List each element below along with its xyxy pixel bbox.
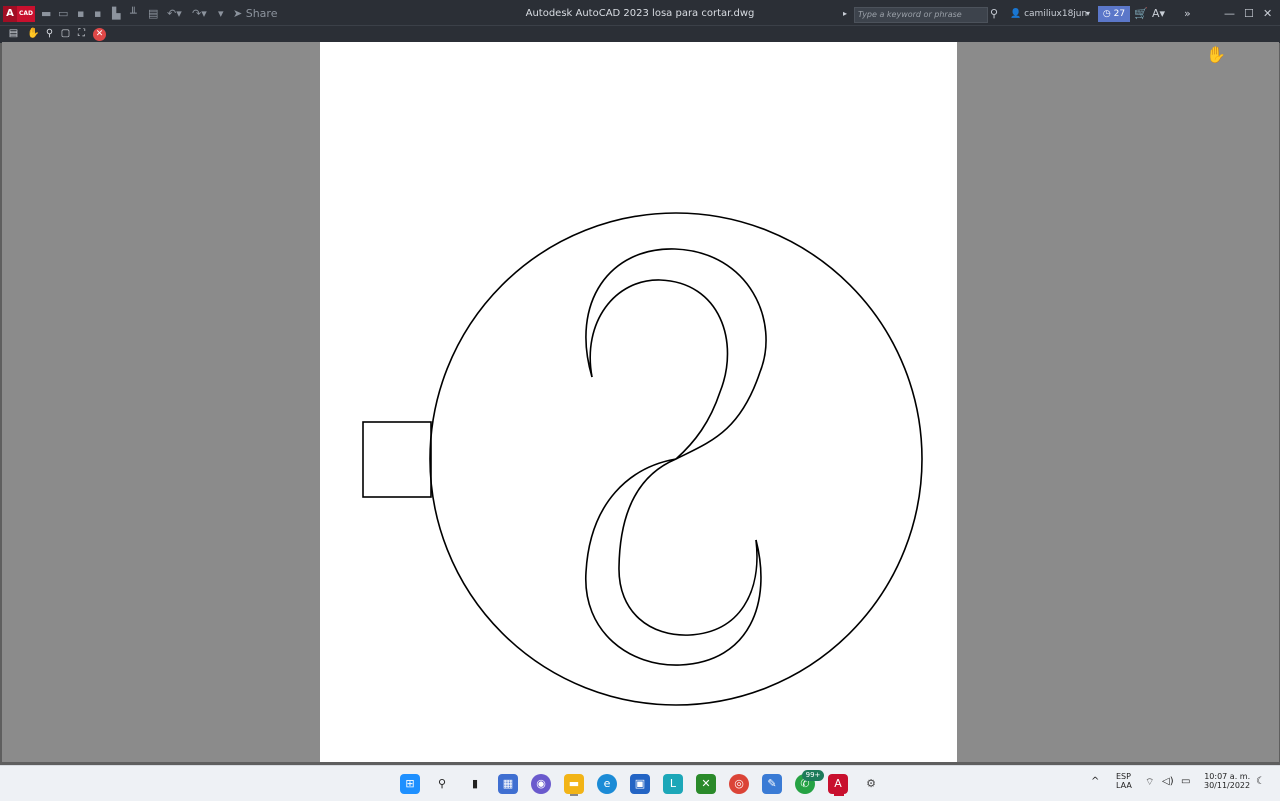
zoom-window-icon[interactable]: ▢ xyxy=(58,27,73,41)
autocad-logo[interactable]: A CAD xyxy=(3,6,35,22)
edge-icon[interactable]: e xyxy=(597,774,617,794)
active-indicator xyxy=(834,794,844,796)
save-as-icon[interactable]: ▪ xyxy=(94,6,101,22)
open-file-icon[interactable]: ▭ xyxy=(58,6,68,22)
pan-cursor-icon: ✋ xyxy=(1206,45,1226,64)
autodesk-a-icon[interactable]: A▾ xyxy=(1152,6,1165,22)
language-indicator[interactable]: ESP LAA xyxy=(1116,772,1132,790)
user-icon: 👤 xyxy=(1010,9,1022,19)
settings-icon[interactable]: ⚙ xyxy=(861,774,881,794)
tray-overflow-icon[interactable]: ^ xyxy=(1091,776,1099,787)
subscription-timer[interactable]: ◷ 27 xyxy=(1098,6,1130,22)
new-file-icon[interactable]: ▬ xyxy=(41,6,51,22)
paper-sheet xyxy=(320,42,957,762)
clock-icon: ◷ xyxy=(1102,9,1111,19)
search-box[interactable] xyxy=(854,7,989,23)
taskview-icon[interactable]: ▮ xyxy=(465,774,485,794)
save-icon[interactable]: ▪ xyxy=(77,6,84,22)
maximize-icon[interactable]: ☐ xyxy=(1244,6,1254,22)
search-expand-icon[interactable]: ▸ xyxy=(843,6,847,22)
start-icon[interactable]: ⊞ xyxy=(400,774,420,794)
paint-icon[interactable]: ✎ xyxy=(762,774,782,794)
running-indicator xyxy=(570,794,578,796)
more-icon[interactable]: » xyxy=(1184,6,1191,22)
upper-hook-inner-curve xyxy=(589,279,729,460)
print-icon[interactable]: ▤ xyxy=(6,27,21,41)
open-web-icon[interactable]: ▙ xyxy=(112,6,120,22)
xbox-icon[interactable]: ✕ xyxy=(696,774,716,794)
user-dropdown-icon[interactable]: ▾ xyxy=(1086,6,1090,22)
volume-icon[interactable]: ◁) xyxy=(1162,776,1174,787)
close-icon[interactable]: ✕ xyxy=(1263,6,1272,22)
file-explorer-icon[interactable]: ▬ xyxy=(564,774,584,794)
wifi-icon[interactable]: ⌔ xyxy=(1145,776,1154,789)
user-account[interactable]: 👤 camiliux18jun xyxy=(1010,6,1087,22)
store-icon[interactable]: ▣ xyxy=(630,774,650,794)
plot-preview-viewport[interactable] xyxy=(2,42,1279,762)
plot-icon[interactable]: ▤ xyxy=(148,6,158,22)
lower-hook-inner-curve xyxy=(618,458,758,636)
whatsapp-badge: 99+ xyxy=(802,770,824,781)
share-button[interactable]: ➤ Share xyxy=(233,6,277,22)
customize-dropdown-icon[interactable]: ▾ xyxy=(218,6,224,22)
zoom-icon[interactable]: ⚲ xyxy=(42,27,57,41)
windows-taskbar: ⊞ ⚲ ▮ ▦ ◉ ▬ e ▣ L ✕ ◎ ✎ ✆ A ⚙ ^ ESP LAA … xyxy=(0,765,1280,801)
autocad-window: A CAD ▬ ▭ ▪ ▪ ▙ ╨ ▤ ↶▾ ↷▾ ▾ ➤ Share Autod… xyxy=(0,0,1280,801)
drawing-canvas xyxy=(362,212,923,706)
zoom-extents-icon[interactable]: ⛶ xyxy=(74,27,89,41)
autocad-icon[interactable]: A xyxy=(828,774,848,794)
user-name: camiliux18jun xyxy=(1024,9,1088,19)
save-web-icon[interactable]: ╨ xyxy=(130,6,137,22)
widgets-icon[interactable]: ▦ xyxy=(498,774,518,794)
minimize-icon[interactable]: — xyxy=(1224,6,1235,22)
preview-toolbar: ▤ ✋ ⚲ ▢ ⛶ ✕ xyxy=(0,25,1280,43)
notifications-icon[interactable]: ☾ xyxy=(1256,776,1265,787)
redo-icon[interactable]: ↷▾ xyxy=(192,6,207,22)
search-input[interactable] xyxy=(855,8,989,21)
search-icon[interactable]: ⚲ xyxy=(432,774,452,794)
upper-hook-outer-curve xyxy=(585,248,767,460)
small-rectangle xyxy=(362,421,432,498)
chrome-icon[interactable]: ◎ xyxy=(729,774,749,794)
battery-icon[interactable]: ▭ xyxy=(1181,776,1190,787)
title-bar: A CAD ▬ ▭ ▪ ▪ ▙ ╨ ▤ ↶▾ ↷▾ ▾ ➤ Share Autod… xyxy=(0,0,1280,25)
undo-icon[interactable]: ↶▾ xyxy=(167,6,182,22)
l-app-icon[interactable]: L xyxy=(663,774,683,794)
pan-hand-icon[interactable]: ✋ xyxy=(26,27,41,41)
cart-icon[interactable]: 🛒 xyxy=(1134,6,1148,22)
chat-icon[interactable]: ◉ xyxy=(531,774,551,794)
clock[interactable]: 10:07 a. m. 30/11/2022 xyxy=(1204,772,1250,790)
search-icon[interactable]: ⚲ xyxy=(990,6,998,22)
close-preview-icon[interactable]: ✕ xyxy=(93,28,106,41)
